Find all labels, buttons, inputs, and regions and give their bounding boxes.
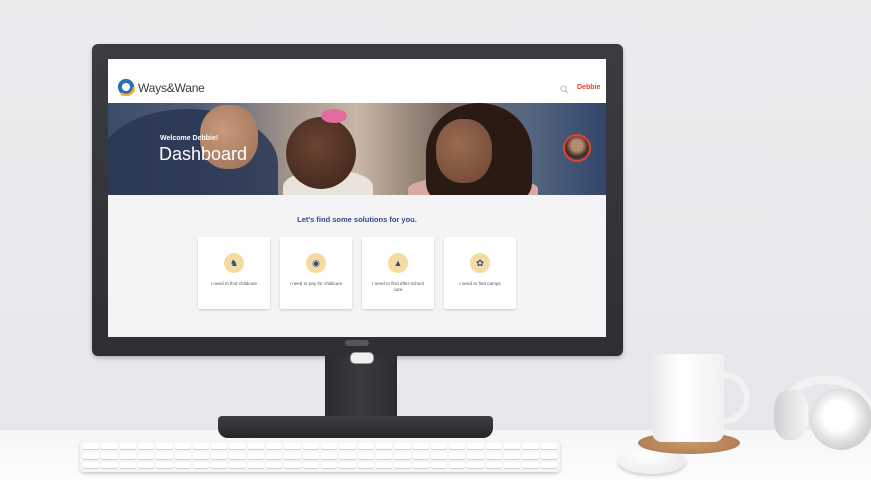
kids-play-icon: ✿ bbox=[470, 253, 490, 273]
card-label: I need to find camps bbox=[459, 281, 501, 286]
avatar[interactable] bbox=[563, 134, 591, 162]
monitor-stand-neck bbox=[325, 356, 397, 422]
monitor-screen: Ways&Wane Debbie Welcome Debbie! Dashboa… bbox=[108, 59, 606, 337]
keyboard bbox=[80, 440, 560, 472]
headphones-cup-right bbox=[810, 388, 871, 450]
card-find-childcare[interactable]: ♞ I need to find childcare bbox=[198, 237, 270, 309]
solutions-section: Let's find some solutions for you. ♞ I n… bbox=[108, 195, 606, 337]
user-menu-name[interactable]: Debbie bbox=[577, 84, 600, 91]
hero-banner: Welcome Debbie! Dashboard bbox=[108, 103, 606, 195]
page-title: Dashboard bbox=[159, 144, 248, 164]
brand-name[interactable]: Ways&Wane bbox=[138, 81, 205, 95]
brand-logo-icon[interactable] bbox=[117, 78, 135, 96]
coffee-mug bbox=[652, 354, 724, 442]
card-find-camps[interactable]: ✿ I need to find camps bbox=[444, 237, 516, 309]
search-icon[interactable] bbox=[560, 85, 569, 94]
card-label: I need to find after-school care bbox=[372, 281, 424, 292]
card-label: I need to find childcare bbox=[210, 281, 258, 286]
solutions-heading: Let's find some solutions for you. bbox=[297, 215, 417, 224]
card-after-school-care[interactable]: ▲ I need to find after-school care bbox=[362, 237, 434, 309]
school-bus-icon: ▲ bbox=[388, 253, 408, 273]
card-pay-childcare[interactable]: ◉ I need to pay for childcare bbox=[280, 237, 352, 309]
desk-scene-background: Ways&Wane Debbie Welcome Debbie! Dashboa… bbox=[0, 0, 871, 494]
welcome-text: Welcome Debbie! bbox=[160, 135, 219, 142]
monitor: Ways&Wane Debbie Welcome Debbie! Dashboa… bbox=[92, 44, 623, 356]
hero-photo-bow bbox=[321, 109, 347, 123]
monitor-stand-ring bbox=[350, 352, 374, 364]
headphones-cup-left bbox=[774, 390, 808, 440]
headphones bbox=[770, 372, 871, 454]
card-label: I need to pay for childcare bbox=[289, 281, 343, 286]
stroller-icon: ♞ bbox=[224, 253, 244, 273]
hero-photo-baby bbox=[286, 117, 356, 189]
hero-photo-mother-face bbox=[436, 119, 492, 183]
payment-icon: ◉ bbox=[306, 253, 326, 273]
solution-cards: ♞ I need to find childcare ◉ I need to p… bbox=[198, 237, 518, 311]
coffee-mug-handle bbox=[716, 372, 750, 424]
monitor-stand-base bbox=[218, 416, 493, 438]
monitor-brand-badge bbox=[345, 340, 369, 346]
site-header: Ways&Wane Debbie bbox=[108, 59, 606, 103]
